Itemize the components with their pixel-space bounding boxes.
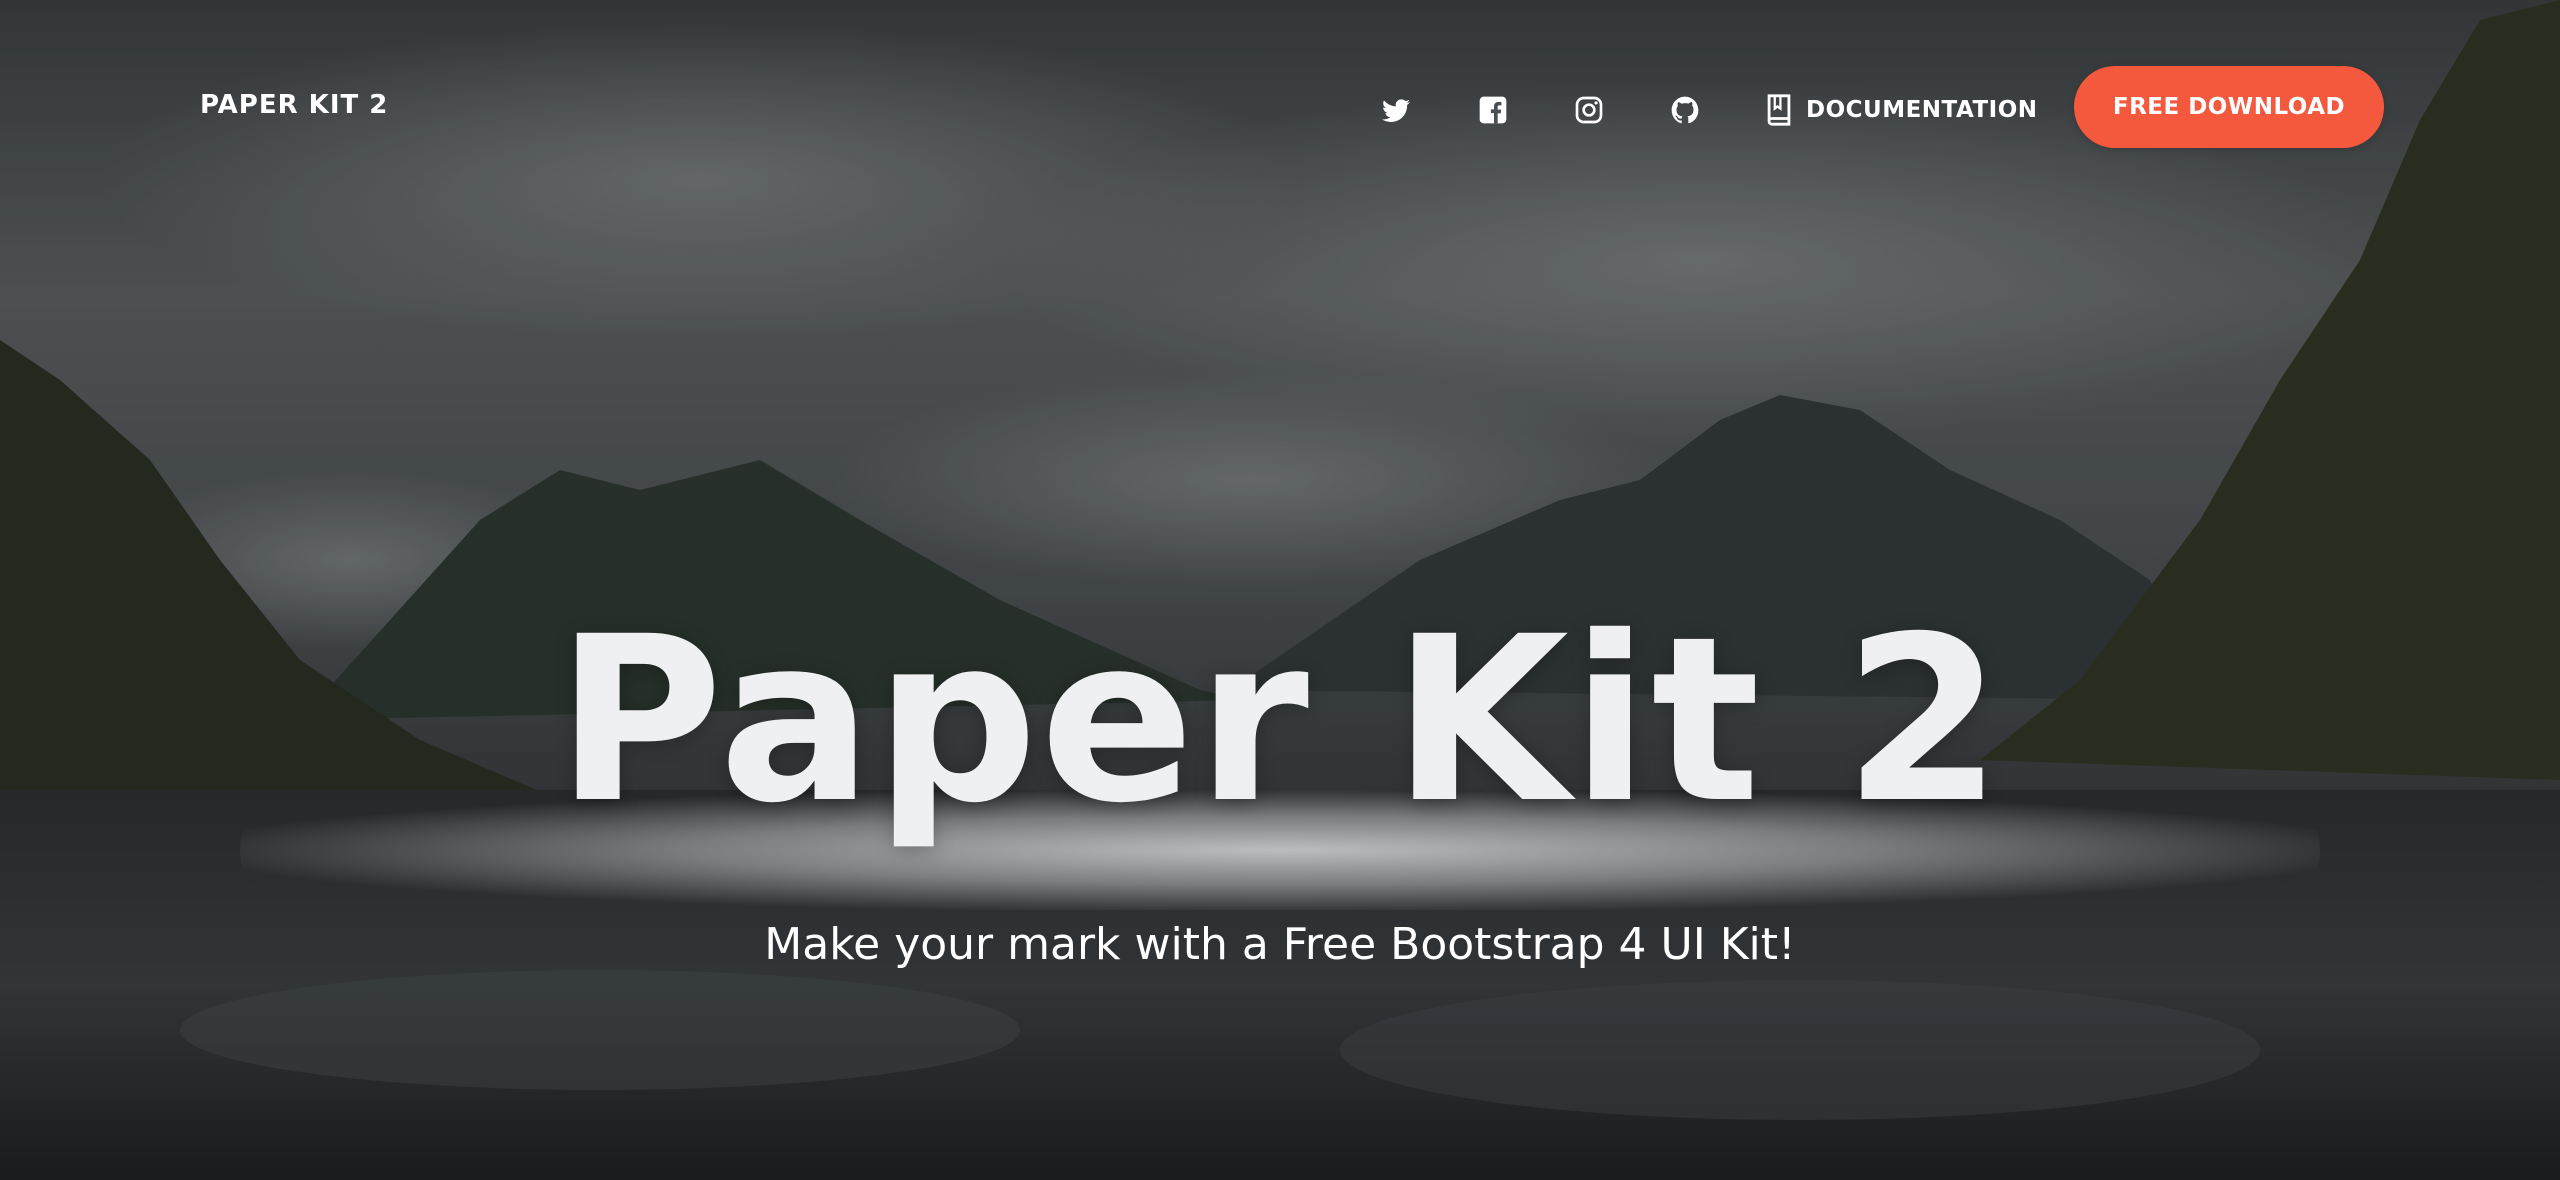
hero-subtitle: Make your mark with a Free Bootstrap 4 U… <box>764 919 1796 970</box>
hero-title: Paper Kit 2 <box>555 587 2005 853</box>
documentation-label: DOCUMENTATION <box>1806 97 2038 123</box>
github-icon[interactable] <box>1669 94 1701 126</box>
brand-logo-link[interactable]: PAPER KIT 2 <box>200 90 388 120</box>
hero-section: PAPER KIT 2 DOCUMENTATION FREE DOWNLOAD … <box>0 0 2560 1180</box>
free-download-button[interactable]: FREE DOWNLOAD <box>2074 66 2384 148</box>
facebook-icon[interactable] <box>1477 94 1509 126</box>
instagram-icon[interactable] <box>1573 94 1605 126</box>
navbar: PAPER KIT 2 DOCUMENTATION FREE DOWNLOAD <box>0 0 2560 215</box>
twitter-icon[interactable] <box>1380 94 1412 126</box>
documentation-link[interactable]: DOCUMENTATION <box>1764 92 2038 128</box>
book-icon <box>1764 93 1794 127</box>
